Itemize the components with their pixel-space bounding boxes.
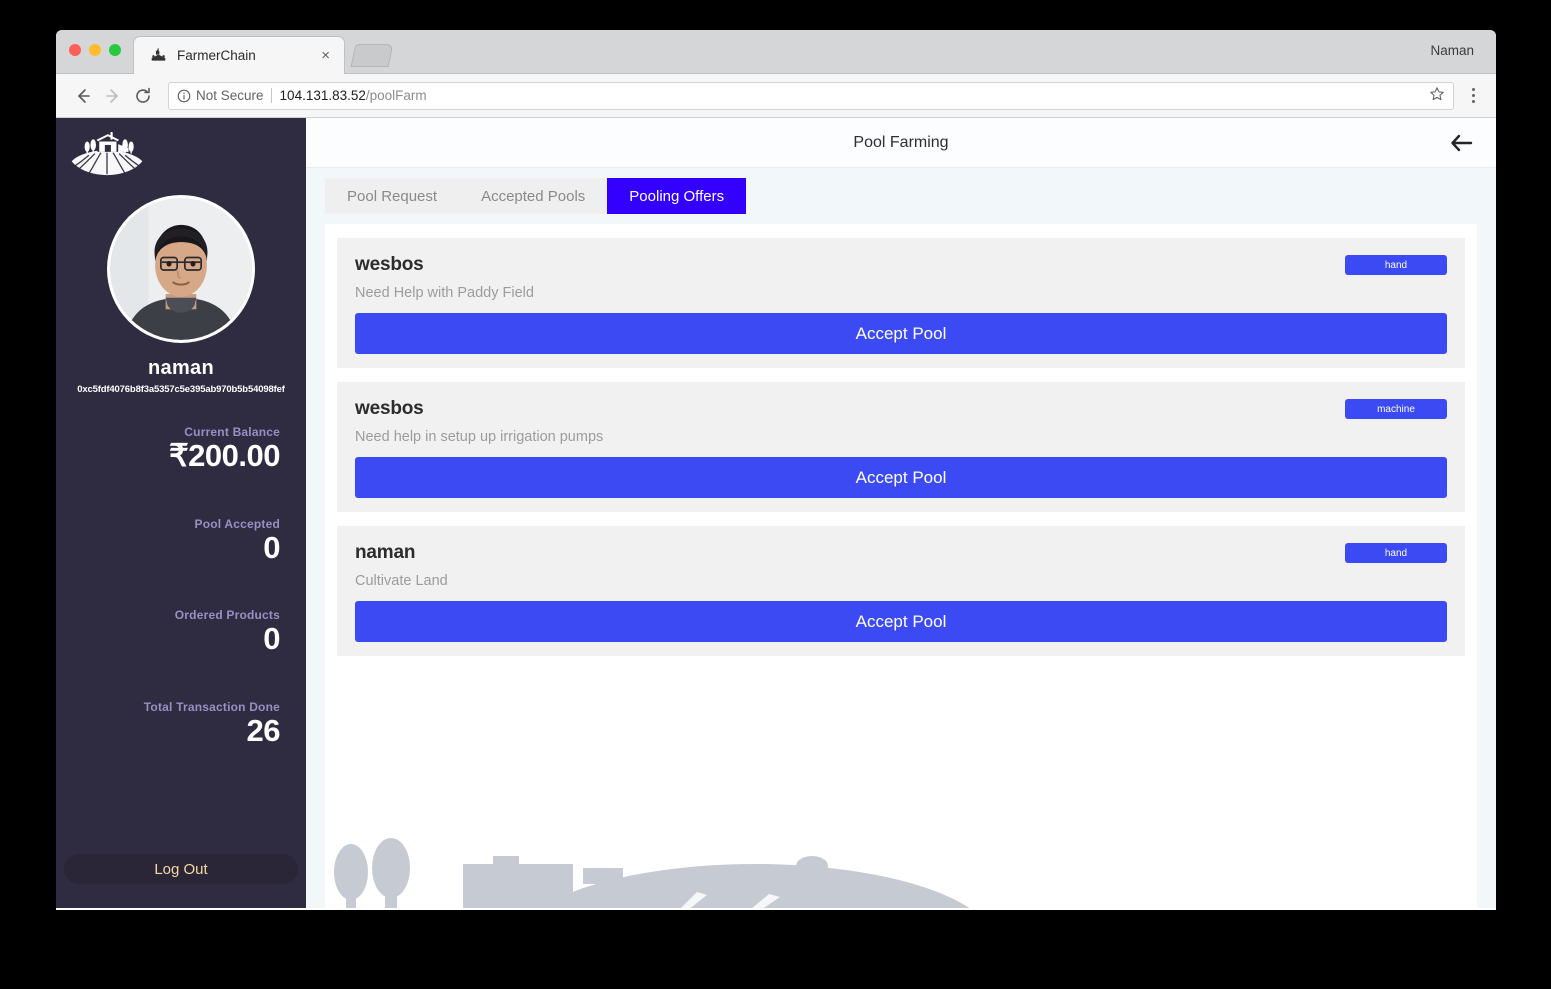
logout-button[interactable]: Log Out [64,854,298,884]
stat-value: 0 [263,621,280,657]
sidebar-wallet-address: 0xc5fdf4076b8f3a5357c5e395ab970b5b54098f… [77,384,285,395]
security-label: Not Secure [196,88,264,103]
browser-window: FarmerChain × Naman Not Secure 104.131.8… [56,30,1496,910]
stat-total-transaction-done: Total Transaction Done 26 [56,700,306,748]
main-content: Pool Farming Pool Request Accepted Pools… [306,118,1496,908]
browser-menu-button[interactable] [1462,88,1484,103]
farm-watermark-graphic [325,794,1085,908]
info-circle-icon[interactable] [177,89,191,103]
address-bar[interactable]: Not Secure 104.131.83.52/poolFarm [168,81,1454,110]
stat-ordered-products: Ordered Products 0 [56,608,306,656]
page-title: Pool Farming [853,133,949,151]
browser-toolbar: Not Secure 104.131.83.52/poolFarm [56,74,1496,118]
stat-pool-accepted: Pool Accepted 0 [56,517,306,565]
browser-tab-farmerchain[interactable]: FarmerChain × [133,36,345,74]
stat-value: 26 [246,712,281,748]
offer-type-badge[interactable]: hand [1345,255,1447,275]
offer-description: Need Help with Paddy Field [355,285,534,301]
window-traffic-lights [69,44,121,56]
browser-tab-title: FarmerChain [177,48,256,63]
farm-logo-icon [68,126,146,182]
user-avatar [107,195,255,343]
pool-tabs: Pool Request Accepted Pools Pooling Offe… [306,168,1496,224]
offer-description: Cultivate Land [355,573,448,589]
offer-owner-name: wesbos [355,254,424,275]
farmerchain-favicon [150,47,167,64]
offers-panel: wesbos hand Need Help with Paddy Field A… [325,224,1477,908]
app-viewport: naman 0xc5fdf4076b8f3a5357c5e395ab970b5b… [56,118,1496,908]
stat-label: Ordered Products [174,608,280,623]
browser-profile-name[interactable]: Naman [1430,43,1474,58]
stat-current-balance: Current Balance ₹200.00 [56,425,306,473]
new-tab-button[interactable] [350,44,394,67]
offer-owner-name: naman [355,542,416,563]
minimize-window-button[interactable] [89,44,101,56]
back-button[interactable] [68,81,98,111]
reload-button[interactable] [128,81,158,111]
tab-pool-request[interactable]: Pool Request [325,178,460,214]
sidebar-user-name: naman [148,357,214,379]
offer-description: Need help in setup up irrigation pumps [355,429,604,445]
offer-type-badge[interactable]: hand [1345,543,1447,563]
accept-pool-button[interactable]: Accept Pool [355,457,1447,498]
offer-card: naman hand Cultivate Land Accept Pool [337,526,1465,656]
browser-tab-strip: FarmerChain × Naman [56,30,1496,74]
bookmark-star-icon[interactable] [1429,86,1445,105]
accept-pool-button[interactable]: Accept Pool [355,601,1447,642]
tab-pooling-offers[interactable]: Pooling Offers [607,178,747,214]
accept-pool-button[interactable]: Accept Pool [355,313,1447,354]
maximize-window-button[interactable] [109,44,121,56]
close-tab-button[interactable]: × [317,46,334,65]
offer-type-badge[interactable]: machine [1345,399,1447,419]
stat-label: Pool Accepted [194,516,280,531]
forward-button [98,81,128,111]
back-arrow-icon[interactable] [1450,133,1474,153]
omnibox-divider [270,88,272,103]
close-window-button[interactable] [69,44,81,56]
stat-label: Current Balance [184,425,280,439]
stat-value: ₹200.00 [168,438,281,473]
offer-card: wesbos machine Need help in setup up irr… [337,382,1465,512]
offer-card: wesbos hand Need Help with Paddy Field A… [337,238,1465,368]
offer-owner-name: wesbos [355,398,424,419]
url-path: /poolFarm [365,88,427,103]
sidebar: naman 0xc5fdf4076b8f3a5357c5e395ab970b5b… [56,118,306,908]
stat-value: 0 [263,529,280,565]
url-host: 104.131.83.52 [279,88,366,103]
stat-label: Total Transaction Done [143,699,280,714]
page-header: Pool Farming [306,118,1496,168]
tab-accepted-pools[interactable]: Accepted Pools [459,178,608,214]
